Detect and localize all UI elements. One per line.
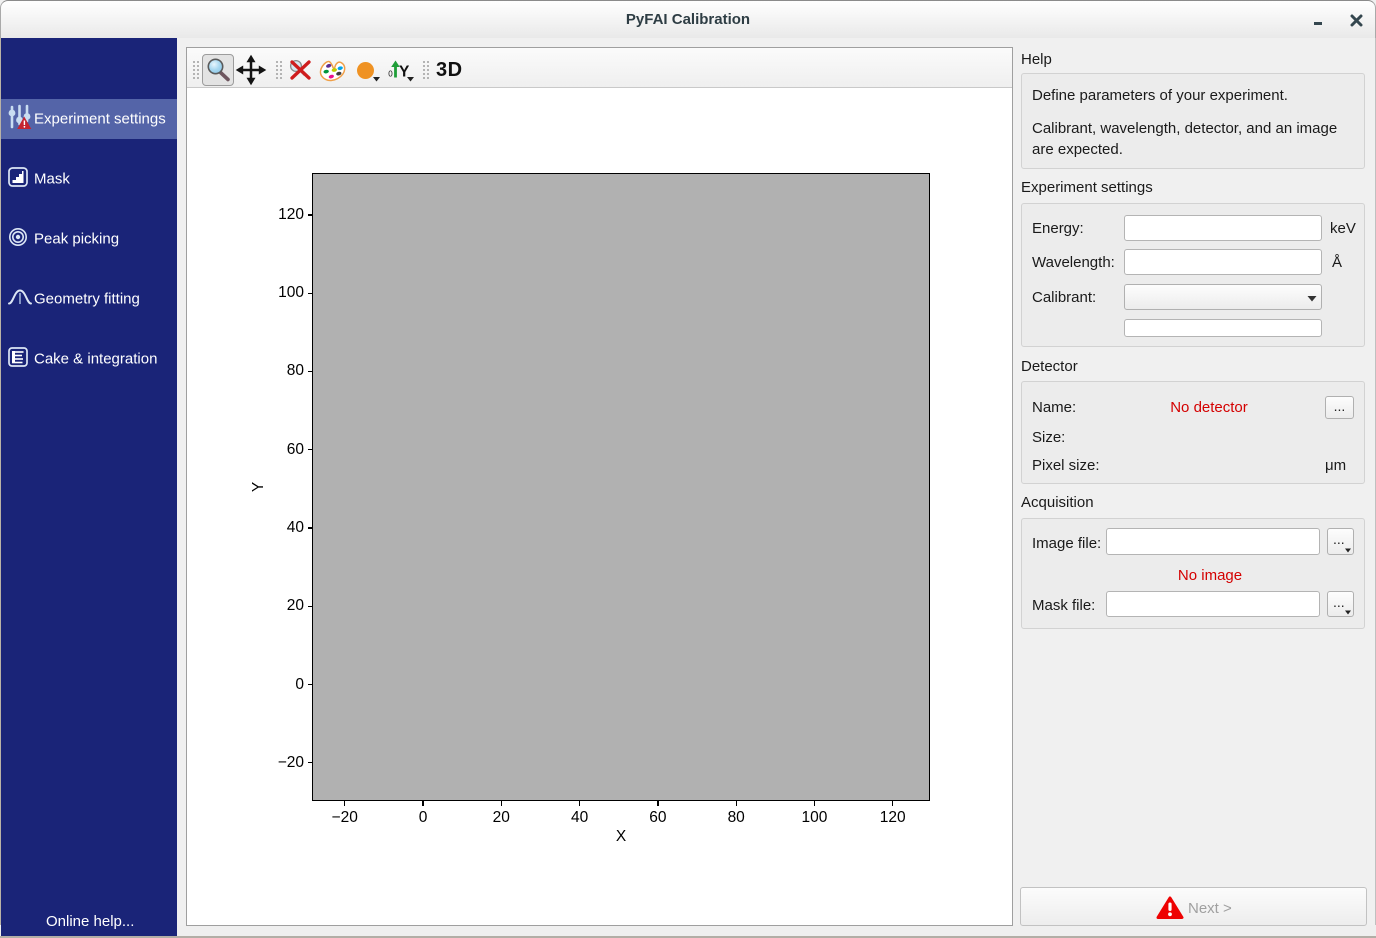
svg-text:0: 0 — [388, 70, 393, 79]
